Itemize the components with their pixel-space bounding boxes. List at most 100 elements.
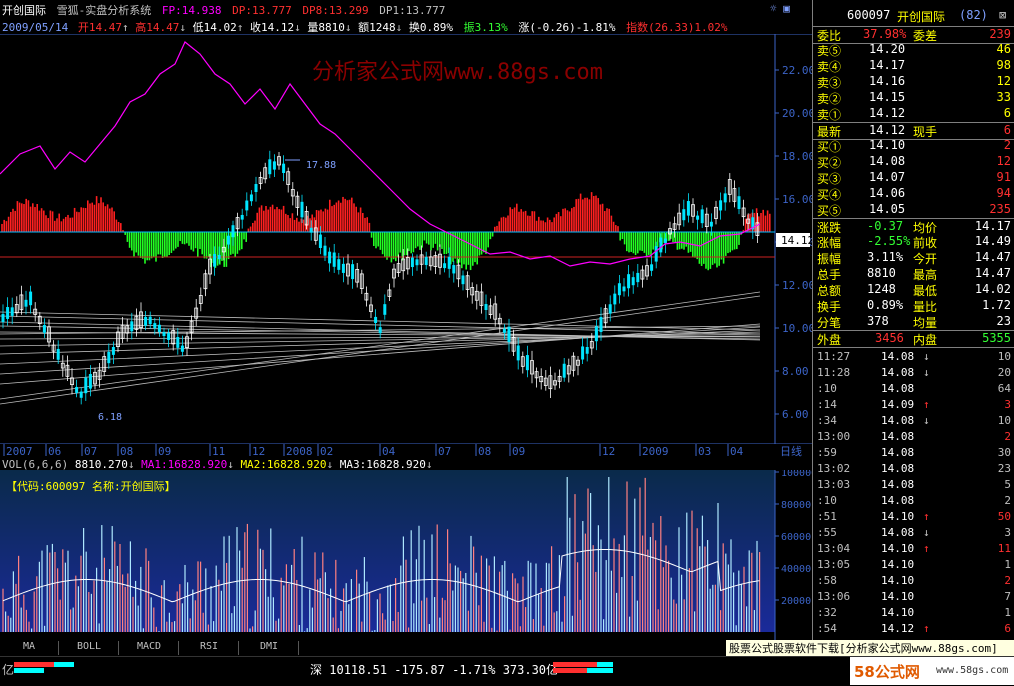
tick-vol: 3 [1004, 526, 1011, 539]
stat-value: 378 [867, 314, 889, 328]
tick-row: :58 14.10 2 [813, 574, 1014, 590]
sell-row: 卖③ 14.16 12 [813, 74, 1014, 90]
turnover-label: 换0.89% [408, 21, 453, 34]
sell-row: 卖⑤ 14.20 46 [813, 42, 1014, 58]
tick-vol: 2 [1004, 430, 1011, 443]
tick-dir: ↓ [923, 366, 930, 379]
tick-row: :32 14.10 1 [813, 606, 1014, 622]
x-tick-label: 08 [478, 445, 491, 458]
tab-dmi[interactable]: DMI [240, 641, 299, 655]
tick-price: 14.10 [881, 558, 915, 571]
header-line-1: 开创国际 雪狐-实盘分析系统 FP:14.938 DP:13.777 DP8:1… [2, 2, 445, 18]
volume-chart[interactable]: 【代码:600097 名称:开创国际】 100000 80000 60000 4000… [0, 470, 812, 640]
tick-price: 14.10 [881, 606, 915, 619]
sell-vol: 6 [1003, 106, 1011, 120]
stat-value: 1248 [867, 282, 896, 296]
waipan-label: 外盘 [817, 333, 842, 347]
stat-value-2: 14.17 [974, 219, 1011, 233]
tick-row: 13:02 14.08 23 [813, 462, 1014, 478]
tick-row: :10 14.08 2 [813, 494, 1014, 510]
tick-price: 14.08 [881, 366, 915, 379]
watermark: 分析家公式网www.88gs.com [312, 60, 603, 85]
histogram-bars [1, 192, 771, 271]
sun-icon[interactable]: ☼ [770, 2, 777, 15]
sell-label: 卖① [817, 108, 842, 122]
x-axis: 2007 06 07 08 09 11 12 2008 02 04 07 08 09 12 2009 03 04… [3, 444, 802, 458]
stat-label: 总手 [817, 268, 842, 282]
tick-time: :32 [817, 606, 837, 619]
stock-name: 开创国际 [2, 4, 46, 17]
tick-time: :14 [817, 398, 837, 411]
stat-row: 总手 8810 最高 14.47 [813, 266, 1014, 282]
stat-label-2: 量比 [913, 300, 938, 314]
quote-title: 600097 开创国际 (82) ⊠ [813, 8, 1014, 26]
grid-icon[interactable]: ▣ [783, 2, 790, 15]
stat-row: 换手 0.89% 量比 1.72 [813, 298, 1014, 314]
tab-macd[interactable]: MACD [120, 641, 179, 655]
tab-ma[interactable]: MA [0, 641, 59, 655]
neipan-value: 5355 [982, 331, 1011, 345]
tick-price: 14.10 [881, 574, 915, 587]
buy-vol: 91 [996, 170, 1011, 184]
price-chart[interactable]: 分析家公式网www.88gs.com 17.88 6.18 22.00 20.00… [0, 34, 812, 444]
indicator-title: 雪狐-实盘分析系统 [56, 4, 152, 17]
ad-banner[interactable]: 股票公式股票软件下载[分析家公式网www.88gs.com] [726, 640, 1014, 656]
shen-change: -175.87 [394, 663, 445, 677]
site-logo: 58公式网 www.58gs.com [850, 657, 1014, 685]
tick-time: 13:00 [817, 430, 851, 443]
stat-row: 涨幅 -2.55% 前收 14.49 [813, 234, 1014, 250]
tick-vol: 11 [997, 542, 1011, 555]
open-label: 开14.47 [77, 21, 122, 34]
tick-time: :54 [817, 622, 837, 635]
tick-vol: 23 [997, 462, 1011, 475]
stat-value-2: 14.02 [974, 282, 1011, 296]
tick-row: 13:00 14.08 2 [813, 430, 1014, 446]
tick-dir: ↓ [923, 350, 930, 363]
buy-price: 14.06 [869, 186, 906, 200]
tick-vol: 10 [997, 414, 1011, 427]
left-mini-bar [14, 662, 76, 674]
tab-rsi[interactable]: RSI [180, 641, 239, 655]
close-label: 收14.12 [249, 21, 295, 34]
shen-label: 深 [310, 663, 323, 677]
buy-price: 14.07 [869, 170, 906, 184]
tick-row: :34 14.08 ↓ 10 [813, 414, 1014, 430]
tick-time: :51 [817, 510, 837, 523]
y-tick-label: 8.00 [782, 365, 809, 378]
waipan-row: 外盘 3456 内盘 5355 [813, 330, 1014, 348]
stat-value: 3.11% [867, 250, 904, 264]
sell-price: 14.17 [869, 58, 906, 72]
sell-row: 卖② 14.15 33 [813, 90, 1014, 106]
tick-price: 14.08 [881, 446, 915, 459]
sell-price: 14.20 [869, 42, 906, 56]
tick-row: :59 14.08 30 [813, 446, 1014, 462]
tick-vol: 5 [1004, 478, 1011, 491]
tick-time: 13:02 [817, 462, 851, 475]
tick-row: :51 14.10 ↑ 50 [813, 510, 1014, 526]
tick-price: 14.08 [881, 350, 915, 363]
candlesticks [1, 150, 760, 405]
stock-num: (82) [959, 8, 988, 22]
tick-vol: 50 [997, 510, 1011, 523]
tick-price: 14.08 [881, 462, 915, 475]
y-tick-label: 22.00 [782, 64, 812, 77]
tick-time: 13:03 [817, 478, 851, 491]
tick-price: 14.08 [881, 430, 915, 443]
weicha-value: 239 [989, 27, 1011, 41]
tab-boll[interactable]: BOLL [60, 641, 119, 655]
vol-y-tick-label: 80000 [781, 500, 811, 511]
vol-y-tick-label: 60000 [781, 532, 811, 543]
tick-price: 14.08 [881, 478, 915, 491]
indicator-tabs: MA BOLL MACD RSI DMI [0, 640, 812, 656]
x-tick-label: 09 [512, 445, 525, 458]
stat-value: -0.37 [867, 219, 904, 233]
stat-label: 分笔 [817, 316, 842, 330]
tick-time: :10 [817, 382, 837, 395]
x-tick-label: 06 [48, 445, 61, 458]
stat-value-2: 14.47 [974, 250, 1011, 264]
close-icon[interactable]: ⊠ [999, 8, 1006, 22]
stat-label-2: 前收 [913, 236, 938, 250]
ad-text[interactable]: 股票公式股票软件下载[分析家公式网www.88gs.com] [726, 642, 998, 655]
buy-price: 14.10 [869, 138, 906, 152]
high-label: 高14.47 [135, 21, 180, 34]
